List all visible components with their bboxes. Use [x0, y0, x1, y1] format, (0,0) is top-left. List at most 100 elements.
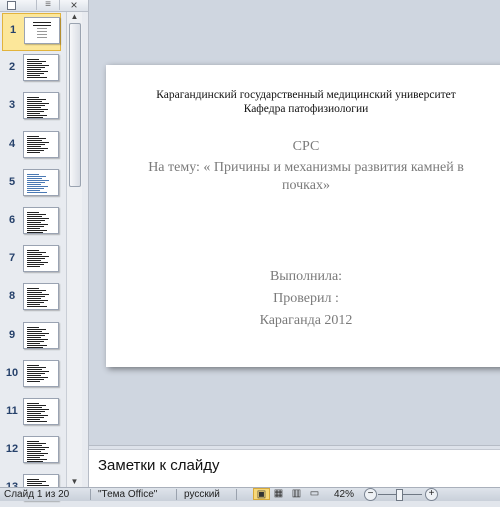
thumbnail-text-line: [27, 61, 46, 62]
thumbnail-text-line: [27, 379, 44, 380]
thumbnail-item[interactable]: 12: [0, 433, 66, 469]
thumbnail-text-line: [37, 31, 47, 32]
thumbnail-item[interactable]: 4: [0, 128, 66, 164]
slide-thumbnail[interactable]: [23, 131, 59, 158]
notes-placeholder[interactable]: Заметки к слайду: [98, 457, 220, 474]
language-indicator[interactable]: русский: [184, 489, 220, 500]
thumbnail-text-line: [27, 250, 39, 251]
thumbnail-text-line: [27, 455, 44, 456]
performed-by-label[interactable]: Выполнила:: [106, 269, 500, 285]
thumbnail-number: 7: [8, 252, 16, 264]
thumbnail-text-line: [27, 136, 39, 137]
slide-canvas[interactable]: Карагандинский государственный медицинск…: [106, 65, 500, 367]
thumbnail-text-line: [27, 222, 41, 223]
thumbnail-text-line: [27, 333, 49, 334]
slide-thumbnail[interactable]: [23, 54, 59, 81]
thumbnail-text-line: [27, 109, 48, 110]
thumbnail-text-line: [27, 381, 40, 382]
thumbnail-number: 1: [9, 24, 17, 36]
thumbnail-text-line: [27, 411, 45, 412]
slide-thumbnail[interactable]: [23, 283, 59, 310]
thumbnail-item[interactable]: 6: [0, 204, 66, 240]
notes-pane[interactable]: Заметки к слайду: [89, 449, 500, 488]
thumbnail-text-line: [27, 306, 47, 307]
thumbnail-text-line: [27, 335, 45, 336]
thumbnail-text-line: [27, 178, 42, 179]
thumbnail-scrollbar[interactable]: ▲ ▼: [66, 12, 82, 487]
thumbnail-item[interactable]: 1: [2, 13, 61, 51]
slide-thumbnail[interactable]: [23, 360, 59, 387]
thumbnail-text-line: [27, 343, 40, 344]
thumbnail-text-line: [27, 184, 41, 185]
slide-thumbnail[interactable]: [23, 207, 59, 234]
topic-line-1[interactable]: На тему: « Причины и механизмы развития …: [106, 160, 500, 176]
thumbnail-number: 6: [8, 214, 16, 226]
thumbnail-text-line: [27, 192, 47, 193]
thumbnail-text-line: [27, 146, 41, 147]
slide-thumbnail[interactable]: [23, 398, 59, 425]
thumbnail-text-line: [27, 148, 48, 149]
scroll-up-icon[interactable]: ▲: [69, 12, 80, 22]
thumbnail-text-line: [27, 117, 43, 118]
slide-thumbnail[interactable]: [23, 92, 59, 119]
thumbnail-item[interactable]: 2: [0, 51, 66, 87]
thumbnail-text-line: [27, 71, 48, 72]
thumbnail-text-line: [27, 447, 49, 448]
theme-name[interactable]: "Тема Office": [98, 489, 157, 500]
thumbnail-text-line: [27, 218, 49, 219]
slide-thumbnail[interactable]: [24, 17, 60, 44]
thumbnail-item[interactable]: 7: [0, 242, 66, 278]
thumbnail-number: 5: [8, 176, 16, 188]
slides-tab[interactable]: [3, 0, 19, 10]
outline-tab-icon[interactable]: ≡: [36, 0, 60, 10]
thumbnail-text-line: [27, 441, 39, 442]
thumbnail-item[interactable]: 9: [0, 319, 66, 355]
thumbnail-text-line: [33, 22, 51, 23]
thumbnail-text-line: [27, 266, 40, 267]
slideshow-icon[interactable]: ▭: [307, 488, 322, 500]
checked-by-label[interactable]: Проверил :: [106, 291, 500, 307]
thumbnail-text-line: [27, 105, 45, 106]
thumbnail-text-line: [27, 290, 46, 291]
thumbnail-text-line: [27, 300, 48, 301]
thumbnail-text-line: [27, 459, 47, 460]
srs-heading[interactable]: СРС: [106, 139, 500, 155]
slide-thumbnail[interactable]: [23, 169, 59, 196]
thumbnail-text-line: [27, 224, 48, 225]
thumbnail-item[interactable]: 8: [0, 280, 66, 316]
thumbnail-text-line: [27, 99, 46, 100]
thumbnail-item[interactable]: 10: [0, 357, 66, 393]
thumbnail-text-line: [27, 451, 41, 452]
close-pane-icon[interactable]: ×: [66, 0, 82, 11]
zoom-in-icon[interactable]: +: [425, 488, 438, 501]
scrollbar-thumb[interactable]: [69, 23, 81, 187]
city-year[interactable]: Караганда 2012: [106, 313, 500, 329]
thumbnail-item[interactable]: 11: [0, 395, 66, 431]
reading-view-icon[interactable]: ▥: [289, 488, 304, 500]
zoom-level[interactable]: 42%: [334, 489, 354, 500]
thumbnail-item[interactable]: 5: [0, 166, 66, 202]
slide-thumbnail[interactable]: [23, 322, 59, 349]
thumbnail-text-line: [27, 331, 42, 332]
status-divider: [176, 489, 177, 500]
slide-thumbnail[interactable]: [23, 245, 59, 272]
slide-sorter-icon[interactable]: ▦: [271, 488, 286, 500]
thumbnail-text-line: [27, 256, 49, 257]
normal-view-icon[interactable]: ▣: [253, 488, 270, 500]
slides-pane-header: ≡ ×: [0, 0, 88, 12]
thumbnail-text-line: [27, 329, 46, 330]
scroll-down-icon[interactable]: ▼: [69, 477, 80, 487]
department-title[interactable]: Кафедра патофизиологии: [106, 103, 500, 115]
thumbnail-number: 11: [6, 405, 18, 417]
thumbnail-number: 8: [8, 290, 16, 302]
thumbnail-item[interactable]: 3: [0, 89, 66, 125]
thumbnail-text-line: [27, 67, 45, 68]
thumbnail-text-line: [27, 97, 39, 98]
university-title[interactable]: Карагандинский государственный медицинск…: [106, 89, 500, 101]
thumbnail-text-line: [27, 445, 42, 446]
slides-pane: ≡ × 12345678910111213 ▲ ▼: [0, 0, 89, 501]
topic-line-2[interactable]: почках»: [106, 178, 500, 194]
slide-thumbnail[interactable]: [23, 436, 59, 463]
zoom-slider-thumb[interactable]: [396, 489, 403, 501]
zoom-out-icon[interactable]: −: [364, 488, 377, 501]
